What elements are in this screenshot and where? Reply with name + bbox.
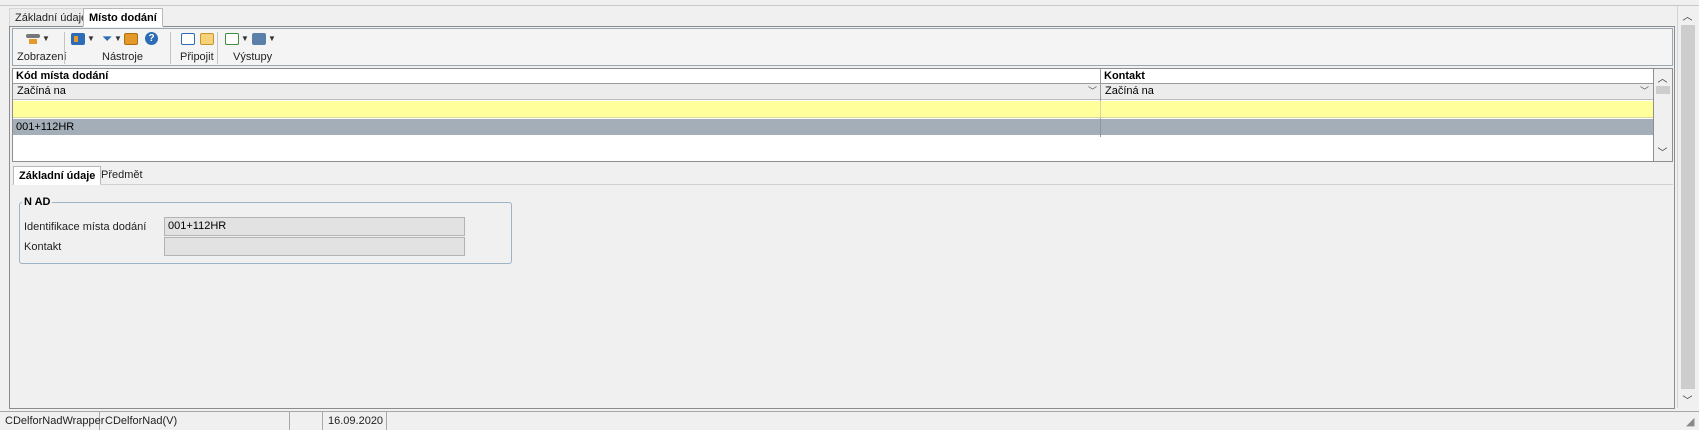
table-row[interactable]: 001+112HR — [13, 119, 1653, 135]
cell-kod-mista-dodani: 001+112HR — [16, 121, 75, 133]
scroll-down-icon[interactable]: ﹀ — [1679, 392, 1696, 407]
status-date: 16.09.2020 — [323, 412, 387, 430]
column-header-kontakt[interactable]: Kontakt — [1101, 69, 1653, 84]
scrollbar-thumb[interactable] — [1656, 86, 1670, 94]
chevron-down-icon[interactable]: ﹀ — [1088, 84, 1097, 100]
tab-detail-predmet[interactable]: Předmět — [96, 166, 148, 185]
filter-icon[interactable]: ⏷ — [102, 32, 112, 45]
columns-icon-accent — [74, 36, 78, 42]
toolbar-separator — [64, 32, 65, 64]
export-dropdown-icon[interactable]: ▼ — [241, 34, 249, 44]
tab-zakladni-udaje[interactable]: Základní údaje — [9, 8, 94, 27]
columns-dropdown-icon[interactable]: ▼ — [87, 34, 95, 44]
filter-dropdown-icon[interactable]: ▼ — [114, 34, 122, 44]
filter-kod-mista-dodani[interactable]: Začíná na — [13, 84, 1100, 100]
status-empty — [387, 412, 1683, 430]
display-mode-icon-accent — [29, 39, 37, 44]
column-separator — [1100, 101, 1101, 118]
window-top-edge — [0, 0, 1699, 6]
attach-list-icon[interactable] — [200, 33, 214, 45]
kontakt-field[interactable] — [164, 237, 465, 256]
edit-note-icon[interactable] — [181, 33, 195, 45]
display-mode-dropdown-icon[interactable]: ▼ — [42, 34, 50, 44]
toolbar-group-vystupy: Výstupy — [233, 51, 273, 63]
column-separator — [1100, 119, 1101, 135]
status-object-name: CDelforNad(V) — [100, 412, 290, 430]
grid-scrollbar[interactable]: ︿ ﹀ — [1654, 68, 1673, 162]
tab-detail-zakladni-udaje[interactable]: Základní údaje — [13, 166, 102, 185]
toolbar: ▼ Zobrazení ▼ ⏷ ▼ ? Nástroje Připojit ▼ … — [12, 28, 1673, 66]
scroll-up-icon[interactable]: ︿ — [1679, 8, 1696, 23]
help-icon[interactable]: ? — [145, 32, 158, 45]
identifikace-mista-dodani-field[interactable]: 001+112HR — [164, 217, 465, 236]
group-box-title: N AD — [22, 196, 53, 208]
toolbar-group-pripojit: Připojit — [180, 51, 214, 63]
new-row[interactable] — [13, 101, 1653, 118]
toolbar-group-nastroje: Nástroje — [102, 51, 143, 63]
column-header-kod-mista-dodani[interactable]: Kód místa dodání — [13, 69, 1100, 84]
status-bar: CDelforNadWrapper CDelforNad(V) 16.09.20… — [0, 411, 1699, 430]
toolbar-group-zobrazeni: Zobrazení — [17, 51, 67, 63]
toolbar-separator — [217, 32, 218, 64]
calendar-icon[interactable] — [124, 33, 138, 45]
print-icon[interactable] — [252, 33, 266, 45]
scroll-up-icon[interactable]: ︿ — [1654, 70, 1671, 85]
page-scrollbar[interactable]: ︿ ﹀ — [1677, 6, 1697, 408]
label-kontakt: Kontakt — [24, 241, 62, 253]
label-identifikace-mista-dodani: Identifikace místa dodání — [24, 221, 147, 233]
scroll-down-icon[interactable]: ﹀ — [1654, 144, 1671, 159]
resize-grip-icon[interactable]: ◢ — [1686, 415, 1694, 428]
export-icon[interactable] — [225, 33, 239, 45]
status-empty — [290, 412, 323, 430]
tab-misto-dodani[interactable]: Místo dodání — [83, 8, 163, 27]
toolbar-separator — [170, 32, 171, 64]
scrollbar-thumb[interactable] — [1681, 25, 1695, 389]
display-mode-icon[interactable] — [26, 34, 40, 38]
filter-kontakt[interactable]: Začíná na — [1101, 84, 1653, 100]
detail-tabs-baseline — [12, 184, 1673, 185]
print-dropdown-icon[interactable]: ▼ — [268, 34, 276, 44]
delivery-places-grid: Kód místa dodání Kontakt Začíná na ﹀ Zač… — [12, 68, 1654, 162]
status-class-name: CDelforNadWrapper — [0, 412, 104, 430]
chevron-down-icon[interactable]: ﹀ — [1640, 84, 1649, 100]
